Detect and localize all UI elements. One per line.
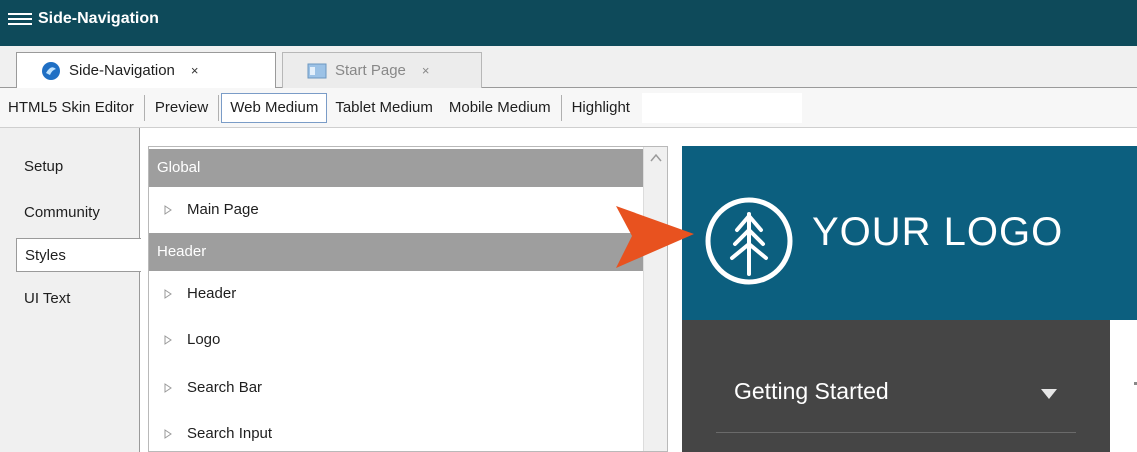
tree-item-label: Search Bar — [187, 379, 263, 396]
tree-item-label: Header — [187, 285, 237, 302]
tab-close-icon[interactable]: × — [191, 63, 199, 78]
category-global: Global — [149, 149, 643, 187]
tree-item-label: Search Input — [187, 425, 273, 442]
window-titlebar: Side-Navigation — [0, 0, 1137, 46]
expand-arrow-icon[interactable] — [163, 335, 173, 345]
nav-divider — [716, 432, 1076, 433]
preview-button[interactable]: Preview — [147, 93, 216, 123]
toolbar-divider — [218, 94, 220, 121]
tree-item-main-page[interactable]: Main Page — [163, 195, 259, 225]
expand-arrow-icon[interactable] — [163, 383, 173, 393]
callout-arrow-icon — [616, 206, 694, 268]
styles-tree: Global Main Page Header Header Logo Sear… — [148, 146, 668, 452]
side-tab-community[interactable]: Community — [16, 196, 140, 230]
tab-close-icon[interactable]: × — [422, 63, 430, 78]
side-tab-strip: Setup Community Styles UI Text — [0, 128, 141, 452]
window-title: Side-Navigation — [38, 10, 159, 27]
toolbar-divider — [560, 94, 562, 121]
highlight-field[interactable] — [641, 92, 802, 123]
highlight-button[interactable]: Highlight — [564, 93, 638, 123]
category-header: Header — [149, 233, 643, 271]
toolbar-divider — [143, 94, 145, 121]
tab-label: Start Page — [335, 62, 406, 79]
tree-scrollbar[interactable] — [643, 147, 667, 451]
expand-arrow-icon[interactable] — [163, 429, 173, 439]
expand-arrow-icon[interactable] — [163, 289, 173, 299]
editor-toolbar: HTML5 Skin Editor Preview Web Medium Tab… — [0, 88, 1137, 128]
skin-icon — [42, 61, 60, 80]
tab-start-page[interactable]: Start Page × — [282, 52, 482, 88]
tablet-medium-button[interactable]: Tablet Medium — [327, 93, 441, 123]
skin-preview-pane: YOUR LOGO Getting Started — [682, 146, 1137, 452]
tree-item-label: Logo — [187, 331, 221, 348]
tree-item-logo[interactable]: Logo — [163, 325, 220, 355]
nav-item-getting-started[interactable]: Getting Started — [734, 378, 889, 405]
mobile-medium-button[interactable]: Mobile Medium — [441, 93, 559, 123]
tree-item-header[interactable]: Header — [163, 279, 236, 309]
tab-side-navigation[interactable]: Side-Navigation × — [16, 52, 276, 88]
document-tab-bar: Side-Navigation × Start Page × — [0, 46, 1137, 88]
chevron-down-icon[interactable] — [1040, 388, 1058, 400]
hamburger-menu-icon[interactable] — [8, 10, 32, 30]
preview-header: YOUR LOGO — [682, 146, 1137, 320]
side-tab-ui-text[interactable]: UI Text — [16, 282, 140, 316]
scroll-up-icon[interactable] — [650, 153, 662, 163]
expand-arrow-icon[interactable] — [163, 205, 173, 215]
side-tab-styles[interactable]: Styles — [16, 238, 141, 272]
tree-item-label: Main Page — [187, 201, 259, 218]
side-tab-setup[interactable]: Setup — [16, 150, 140, 184]
start-page-icon — [307, 63, 327, 78]
skin-editor-button[interactable]: HTML5 Skin Editor — [0, 93, 142, 123]
tree-item-search-input[interactable]: Search Input — [163, 419, 272, 449]
logo-text: YOUR LOGO — [812, 210, 1064, 254]
web-medium-button[interactable]: Web Medium — [221, 92, 328, 123]
preview-side-nav: Getting Started — [682, 320, 1110, 452]
tree-logo-icon — [705, 197, 793, 285]
tree-item-search-bar[interactable]: Search Bar — [163, 373, 262, 403]
tab-label: Side-Navigation — [69, 62, 175, 79]
